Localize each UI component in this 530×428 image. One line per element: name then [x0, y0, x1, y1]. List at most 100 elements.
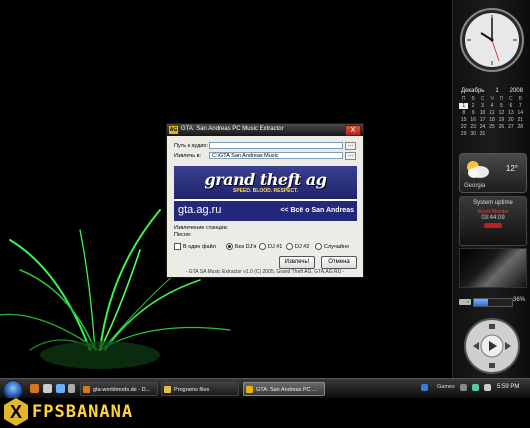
cancel-button[interactable]: Отмена [321, 256, 357, 269]
calendar-day-cell [506, 131, 515, 137]
audio-path-input[interactable] [209, 142, 343, 149]
extractor-icon [246, 386, 253, 393]
single-file-label: В один файл [183, 243, 216, 250]
slideshow-gadget[interactable] [459, 248, 527, 288]
cpu-bar-fill [474, 299, 488, 306]
extract-to-input[interactable]: C:\GTA San Andreas Music [209, 152, 343, 159]
calendar-day-cell[interactable]: 21 [516, 117, 525, 123]
cpu-percent: 36% [512, 297, 525, 303]
single-file-checkbox[interactable]: В один файл [174, 243, 216, 250]
uptime-gadget: System uptime Reset Monitor 03:44:09 [459, 196, 527, 246]
close-button[interactable]: X [345, 125, 361, 136]
banner-site-url: gta.ag.ru [178, 204, 222, 216]
weather-gadget[interactable]: 12° Georgia [459, 153, 527, 193]
app-icon: AG [169, 126, 178, 134]
gta-ag-banner[interactable]: grand theft ag SPEED. BLOOD. RESPECT. gt… [174, 166, 357, 221]
cpu-bar [473, 298, 513, 307]
extract-to-browse-button[interactable]: ... [345, 152, 356, 160]
taskbar-item-label: GTA: San Andreas PC ... [256, 387, 317, 393]
weather-city: Georgia [464, 183, 486, 189]
radio-no-dj-label: Без DJ'я [235, 243, 257, 250]
taskbar-item-label: gta-worldmods.de - D... [93, 387, 151, 393]
network-tray-icon[interactable] [472, 384, 479, 391]
calendar-weekday: П [461, 96, 466, 102]
calendar-day-cell[interactable]: 11 [487, 110, 496, 116]
uptime-value: 03:44:09 [481, 215, 505, 221]
calendar-day-cell[interactable]: 22 [459, 124, 468, 130]
banner-all-about: << Всё о San Andreas [280, 207, 354, 214]
firefox-quicklaunch-icon[interactable] [30, 384, 39, 393]
calendar-day-cell[interactable]: 19 [497, 117, 506, 123]
calendar-day-cell [487, 131, 496, 137]
calendar-weekday: С [480, 96, 485, 102]
audio-path-browse-button[interactable]: ... [345, 142, 356, 150]
extract-to-label: Извлечь в: [174, 153, 202, 159]
dialog-footer: - GTA SA Music Extractor v1.0 (C) 2005, … [185, 269, 345, 275]
dialog-titlebar[interactable]: AG GTA: San Andreas PC Music Extractor X [167, 124, 363, 136]
song-label: Песня: [174, 232, 192, 238]
calendar-day-cell[interactable]: 30 [468, 131, 477, 137]
calendar-day-cell[interactable]: 12 [497, 110, 506, 116]
calendar-day-cell[interactable]: 28 [516, 124, 525, 130]
radio-dj1[interactable]: DJ #1 [259, 243, 282, 250]
fpsbanana-brand: FPSBANANA [32, 402, 134, 422]
calendar-day-cell[interactable]: 7 [516, 103, 525, 109]
calendar-day-cell[interactable]: 17 [478, 117, 487, 123]
calendar-day-cell[interactable]: 24 [478, 124, 487, 130]
tray-clock[interactable]: 5:59 PM [497, 384, 519, 390]
calendar-day-cell[interactable]: 20 [506, 117, 515, 123]
calendar-day-cell[interactable]: 18 [487, 117, 496, 123]
radio-no-dj[interactable]: Без DJ'я [226, 243, 256, 250]
calendar-day-cell[interactable]: 6 [506, 103, 515, 109]
calendar-weekday: В [471, 96, 475, 102]
calendar-day: 1 [495, 88, 499, 94]
calendar-day-cell[interactable]: 13 [506, 110, 515, 116]
games-tray-label[interactable]: Games [437, 384, 455, 390]
extract-button[interactable]: Извлечь! [279, 256, 315, 269]
clock-gadget [460, 8, 524, 72]
taskbar-item-label: Programs files [174, 387, 210, 393]
quicklaunch-expand-icon[interactable] [68, 384, 75, 393]
calendar-day-cell[interactable]: 3 [478, 103, 487, 109]
calendar-day-cell[interactable]: 8 [459, 110, 468, 116]
calendar-day-cell[interactable]: 4 [487, 103, 496, 109]
radio-dj2-label: DJ #2 [295, 243, 310, 250]
radio-dot [259, 243, 266, 250]
reset-button[interactable] [484, 223, 502, 228]
calendar-day-cell[interactable]: 29 [459, 131, 468, 137]
drive-icon [459, 299, 471, 305]
calendar-day-cell[interactable]: 23 [468, 124, 477, 130]
calendar-day-cell[interactable]: 31 [478, 131, 487, 137]
uptime-title: System uptime [473, 200, 513, 206]
calendar-weekday: Ч [490, 96, 494, 102]
radio-dj2[interactable]: DJ #2 [286, 243, 309, 250]
radio-dot [226, 243, 233, 250]
radio-dot [286, 243, 293, 250]
taskbar-item-browser[interactable]: gta-worldmods.de - D... [80, 382, 158, 396]
calendar-day-cell[interactable]: 9 [468, 110, 477, 116]
calendar-day-cell[interactable]: 26 [497, 124, 506, 130]
calendar-day-cell[interactable]: 15 [459, 117, 468, 123]
media-player-gadget[interactable] [459, 316, 525, 376]
station-status-label: Извлечение станции: [174, 225, 229, 231]
language-tray-icon[interactable] [421, 384, 428, 391]
taskbar-item-extractor[interactable]: GTA: San Andreas PC ... [243, 382, 325, 396]
radio-dot [315, 243, 322, 250]
tray-arrow-icon[interactable] [460, 384, 467, 391]
calendar-day-cell[interactable]: 25 [487, 124, 496, 130]
volume-tray-icon[interactable] [484, 384, 491, 391]
calendar-day-cell[interactable]: 16 [468, 117, 477, 123]
ie-quicklaunch-icon[interactable] [56, 384, 65, 393]
calendar-day-cell[interactable]: 10 [478, 110, 487, 116]
start-button[interactable] [3, 380, 23, 400]
radio-random[interactable]: Случайно [315, 243, 349, 250]
calendar-day-cell[interactable]: 5 [497, 103, 506, 109]
calendar-day-cell[interactable]: 2 [468, 103, 477, 109]
calendar-day-cell[interactable]: 1 [459, 103, 469, 109]
calendar-gadget[interactable]: Декабрь 1 2008 П В С Ч П С В 1 2 3 4 5 6 7 8 9 10 11 12 13 1… [459, 88, 525, 148]
cloud-sun-icon [467, 161, 489, 178]
calendar-day-cell[interactable]: 14 [516, 110, 525, 116]
show-desktop-icon[interactable] [43, 384, 52, 393]
calendar-day-cell[interactable]: 27 [506, 124, 515, 130]
taskbar-item-folder[interactable]: Programs files [161, 382, 239, 396]
